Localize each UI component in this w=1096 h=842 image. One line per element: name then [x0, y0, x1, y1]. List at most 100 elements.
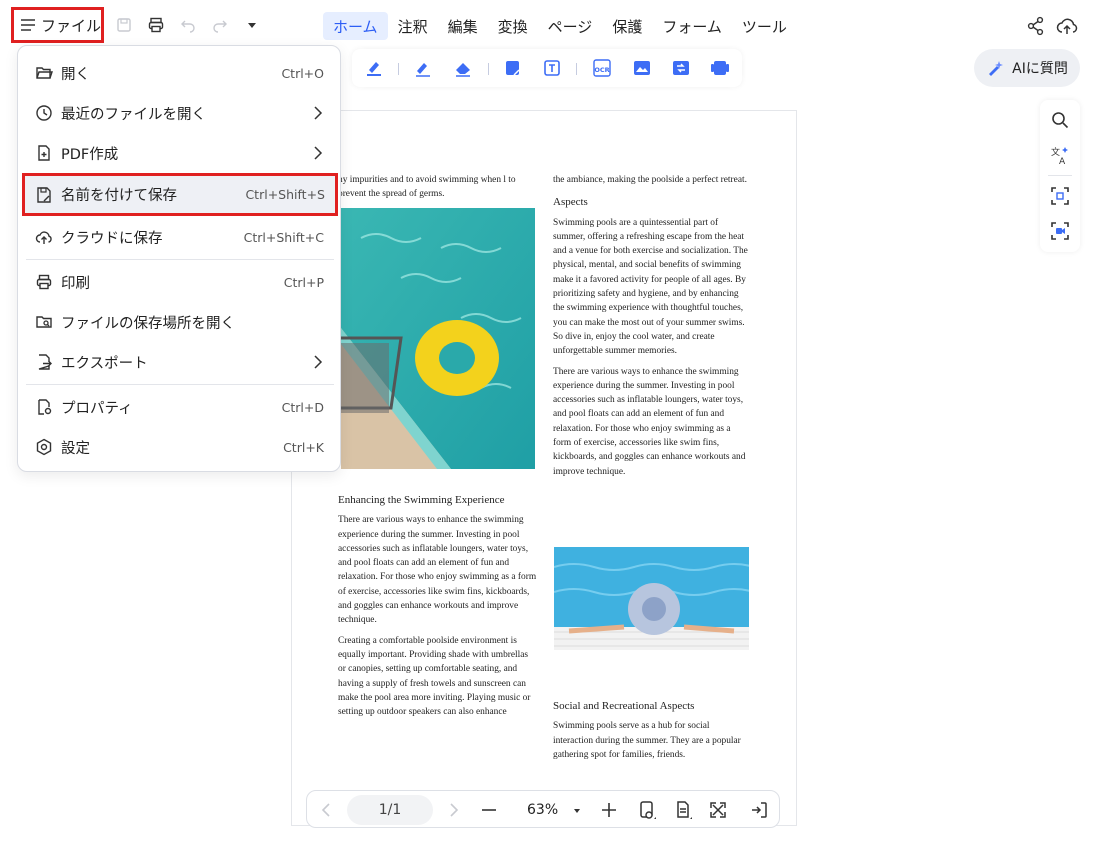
menu-item-label: 最近のファイルを開く: [61, 106, 206, 123]
highlight-icon[interactable]: [364, 58, 384, 78]
clock-icon: [36, 105, 52, 121]
svg-text:OCR: OCR: [594, 66, 609, 74]
printer-icon: [36, 274, 52, 290]
shortcut-label: Ctrl+P: [283, 274, 324, 290]
chevron-right-icon: [314, 355, 323, 369]
zoom-dropdown-icon[interactable]: [567, 800, 587, 820]
tab-tools[interactable]: ツール: [732, 12, 797, 40]
menu-item-open-location[interactable]: ファイルの保存場所を開く: [26, 302, 334, 342]
menu-item-label: 名前を付けて保存: [61, 188, 177, 204]
zoom-out-icon[interactable]: [479, 800, 499, 820]
export-icon: [38, 354, 52, 370]
file-plus-icon: [38, 145, 50, 161]
tab-home[interactable]: ホーム: [323, 12, 388, 40]
folder-open-icon: [36, 67, 53, 79]
right-paragraph-3: Swimming pools serve as a hub for social…: [553, 721, 741, 760]
menu-item-open[interactable]: 開く Ctrl+O: [26, 53, 334, 93]
translate-icon[interactable]: 文A: [1050, 146, 1070, 166]
left-section-heading: Enhancing the Swimming Experience: [338, 494, 505, 506]
menu-item-export[interactable]: エクスポート: [26, 342, 334, 382]
cloud-upload-icon: [35, 231, 52, 244]
svg-text:A: A: [1059, 157, 1066, 166]
menu-divider: [26, 259, 334, 260]
menu-item-label: 印刷: [61, 275, 90, 292]
chevron-right-icon: [314, 106, 323, 120]
compare-icon[interactable]: [671, 58, 691, 78]
menu-item-label: プロパティ: [61, 400, 133, 417]
menu-item-print[interactable]: 印刷 Ctrl+P: [26, 262, 334, 302]
menu-item-save-cloud[interactable]: クラウドに保存 Ctrl+Shift+C: [26, 217, 334, 257]
menu-item-label: クラウドに保存: [61, 230, 163, 247]
zoom-in-icon[interactable]: [599, 800, 619, 820]
pen-icon[interactable]: [413, 58, 433, 78]
redo-icon[interactable]: [209, 14, 231, 36]
tab-protect[interactable]: 保護: [602, 12, 652, 40]
zoom-level[interactable]: 63%: [527, 802, 558, 818]
dropdown-caret-icon[interactable]: [241, 14, 263, 36]
batch-icon[interactable]: [710, 58, 730, 78]
print-icon[interactable]: [145, 14, 167, 36]
menu-item-label: エクスポート: [61, 355, 148, 372]
text-box-icon[interactable]: [542, 58, 562, 78]
home-tools-toolbar: OCR: [352, 49, 742, 87]
menu-item-settings[interactable]: 設定 Ctrl+K: [26, 427, 334, 467]
screenshot-icon[interactable]: [1050, 186, 1070, 206]
menu-item-properties[interactable]: プロパティ Ctrl+D: [26, 387, 334, 427]
right-tool-panel: 文A: [1040, 100, 1080, 252]
panel-divider: [1048, 175, 1072, 176]
menu-item-label: ファイルの保存場所を開く: [61, 315, 235, 332]
shortcut-label: Ctrl+K: [283, 439, 324, 455]
toolbar-divider: [576, 63, 577, 75]
tab-form[interactable]: フォーム: [652, 12, 732, 40]
left-intro-text: ny impurities and to avoid swimming when…: [338, 175, 516, 200]
left-paragraph-1: There are various ways to enhance the sw…: [338, 515, 537, 626]
tab-page[interactable]: ページ: [538, 12, 603, 40]
save-as-icon: [37, 186, 51, 203]
share-icon[interactable]: [1025, 15, 1047, 37]
page-layout-icon[interactable]: [673, 800, 693, 820]
search-icon[interactable]: [1050, 110, 1070, 130]
right-column-bottom: Social and Recreational Aspects Swimming…: [553, 691, 751, 768]
ai-sparkle-icon: [989, 61, 1004, 76]
right-intro-text: the ambiance, making the poolside a perf…: [553, 175, 747, 185]
edit-text-icon[interactable]: [503, 58, 523, 78]
shortcut-label: Ctrl+D: [281, 399, 324, 415]
main-menu-tabs: ホーム 注釈 編集 変換 ページ 保護 フォーム ツール: [323, 12, 797, 40]
undo-icon[interactable]: [177, 14, 199, 36]
right-section-heading-1: Aspects: [553, 196, 588, 209]
next-page-icon[interactable]: [443, 800, 463, 820]
record-icon[interactable]: [1050, 221, 1070, 241]
left-column-intro: ny impurities and to avoid swimming when…: [338, 173, 538, 208]
menu-item-label: 設定: [61, 440, 90, 457]
eraser-icon[interactable]: [453, 58, 473, 78]
cloud-upload-icon[interactable]: [1056, 15, 1078, 37]
menu-divider: [26, 384, 334, 385]
present-icon[interactable]: [749, 800, 769, 820]
save-icon[interactable]: [113, 14, 135, 36]
ocr-icon[interactable]: OCR: [592, 58, 612, 78]
file-dropdown-menu: 開く Ctrl+O 最近のファイルを開く PDF作成 名前を付けて保存 Ctrl…: [17, 45, 341, 472]
shortcut-label: Ctrl+Shift+S: [245, 187, 325, 202]
fit-page-icon[interactable]: [708, 800, 728, 820]
hamburger-icon: [21, 19, 35, 31]
view-mode-icon[interactable]: [637, 800, 657, 820]
file-menu-button[interactable]: ファイル: [11, 7, 104, 43]
image-icon[interactable]: [632, 58, 652, 78]
menu-item-create-pdf[interactable]: PDF作成: [26, 133, 334, 173]
shortcut-label: Ctrl+O: [281, 65, 324, 81]
toolbar-divider: [488, 63, 489, 75]
tab-edit[interactable]: 編集: [438, 12, 488, 40]
tab-annotate[interactable]: 注釈: [388, 12, 438, 40]
menu-item-save-as[interactable]: 名前を付けて保存 Ctrl+Shift+S: [22, 173, 338, 216]
ai-ask-button[interactable]: AIに質問: [974, 49, 1080, 87]
settings-icon: [36, 438, 52, 456]
pool-swimmer-image: [554, 547, 749, 650]
menu-item-recent[interactable]: 最近のファイルを開く: [26, 93, 334, 133]
left-column-body: Enhancing the Swimming Experience There …: [338, 485, 538, 725]
previous-page-icon[interactable]: [317, 800, 337, 820]
page-number-input[interactable]: 1/1: [347, 795, 433, 825]
right-paragraph-2: There are various ways to enhance the sw…: [553, 366, 746, 477]
pool-float-image: [341, 208, 535, 469]
tab-convert[interactable]: 変換: [488, 12, 538, 40]
menu-item-label: 開く: [61, 66, 90, 83]
